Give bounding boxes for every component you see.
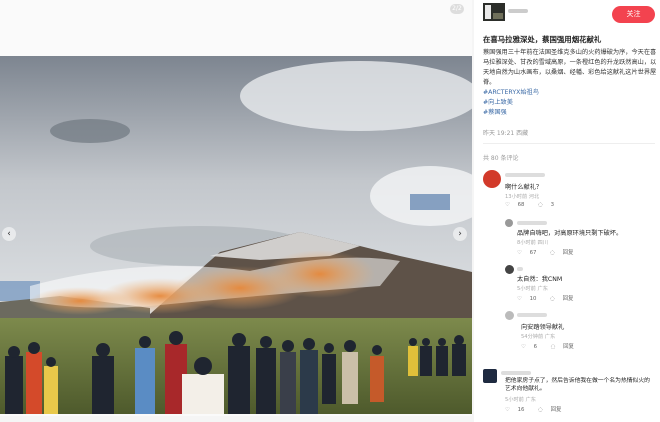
- comment-text: 品牌自嗨吧，对高原环境只剩下破坏。: [517, 230, 623, 237]
- cloud: [50, 119, 130, 143]
- post-photo[interactable]: [0, 56, 472, 414]
- comment-text: 啊什么献礼？: [505, 184, 543, 191]
- post-viewer: 2/2 ‹ › 关注 在喜马拉雅深处，蔡国强用烟花献礼 蔡国强用三十年前在法国圣…: [0, 0, 660, 422]
- comment-meta: 5小时前 广东: [517, 286, 548, 292]
- reply-button[interactable]: ◌ 3: [538, 202, 560, 208]
- heart-icon: ♡: [517, 296, 522, 302]
- commenter-avatar[interactable]: [505, 311, 514, 320]
- comment-actions: ♡ 16 ◌ 回复: [505, 405, 573, 413]
- comment-item: 太自然：我CNM 5小时前 广东 ♡ 10 ◌ 回复: [505, 265, 657, 307]
- reply-button[interactable]: ◌ 回复: [550, 296, 579, 302]
- next-image-button[interactable]: ›: [453, 227, 467, 241]
- post-timestamp: 昨天 19:21 西藏: [483, 130, 529, 137]
- smoke: [265, 250, 375, 298]
- comment-text: 太自然：我CNM: [517, 276, 563, 283]
- commenter-avatar[interactable]: [505, 219, 513, 227]
- hashtag-link[interactable]: #向上致美: [483, 98, 657, 108]
- like-button[interactable]: ♡ 16: [505, 407, 530, 413]
- like-button[interactable]: ♡ 6: [521, 344, 543, 350]
- author-avatar[interactable]: [483, 3, 505, 21]
- divider: [483, 143, 655, 144]
- heart-icon: ♡: [517, 250, 522, 256]
- comment-bubble-icon: ◌: [538, 202, 543, 208]
- commenter-name-redacted[interactable]: [517, 267, 523, 271]
- comment-actions: ♡ 10 ◌ 回复: [517, 294, 585, 302]
- hashtag-link[interactable]: #蔡国强: [483, 108, 657, 118]
- commenter-name-redacted[interactable]: [517, 313, 547, 317]
- commenter-name-redacted[interactable]: [501, 371, 531, 375]
- comment-bubble-icon: ◌: [550, 344, 556, 350]
- post-body-text: 蔡国强用三十年前在法国圣维克多山的火药爆破为序，今天在喜马拉雅深处、甘孜的雪域高…: [483, 49, 657, 86]
- hashtag-link[interactable]: #ARCTERYX始祖鸟: [483, 88, 657, 98]
- reply-button[interactable]: ◌ 回复: [538, 407, 567, 413]
- comment-meta: 54分钟前 广东: [521, 334, 556, 340]
- follow-button[interactable]: 关注: [612, 6, 655, 23]
- fireworks-photo: [0, 56, 472, 414]
- heart-icon: ♡: [505, 202, 510, 208]
- comment-meta: 8小时前 四川: [517, 240, 548, 246]
- comment-item: 品牌自嗨吧，对高原环境只剩下破坏。 8小时前 四川 ♡ 67 ◌ 回复: [505, 219, 657, 261]
- post-sidebar: 关注 在喜马拉雅深处，蔡国强用烟花献礼 蔡国强用三十年前在法国圣维克多山的火药爆…: [474, 0, 660, 422]
- commenter-avatar[interactable]: [505, 265, 514, 274]
- comment-item: 把他家房子点了，然后告诉他我在做一个名为热情似火的艺术向他献礼。 5小时前 广东…: [483, 369, 657, 419]
- commenter-name-redacted[interactable]: [505, 173, 545, 177]
- post-body: 蔡国强用三十年前在法国圣维克多山的火药爆破为序，今天在喜马拉雅深处、甘孜的雪域高…: [483, 48, 657, 118]
- image-counter: 2/2: [450, 4, 464, 14]
- comment-meta: 13小时前 河北: [505, 194, 540, 200]
- comment-actions: ♡ 6 ◌ 回复: [521, 342, 586, 350]
- commenter-name-redacted[interactable]: [517, 221, 547, 225]
- comment-actions: ♡ 68 ◌ 3: [505, 202, 566, 208]
- like-button[interactable]: ♡ 68: [505, 202, 530, 208]
- comment-bubble-icon: ◌: [538, 407, 543, 413]
- commenter-avatar[interactable]: [483, 369, 497, 383]
- comment-meta: 5小时前 广东: [505, 397, 536, 403]
- comment-text: 把他家房子点了，然后告诉他我在做一个名为热情似火的艺术向他献礼。: [505, 378, 650, 392]
- heart-icon: ♡: [521, 344, 526, 350]
- comment-count: 共 80 条评论: [483, 155, 519, 162]
- comment-item: 啊什么献礼？ 13小时前 河北 ♡ 68 ◌ 3: [483, 170, 657, 214]
- reply-button[interactable]: ◌ 回复: [551, 344, 580, 350]
- prev-image-button[interactable]: ‹: [2, 227, 16, 241]
- comment-actions: ♡ 67 ◌ 回复: [517, 248, 585, 256]
- author-name-redacted[interactable]: [508, 9, 528, 13]
- comment-text: 向安踏领导献礼: [521, 324, 565, 331]
- commenter-avatar[interactable]: [483, 170, 501, 188]
- sky-patch: [410, 194, 450, 210]
- post-title: 在喜马拉雅深处，蔡国强用烟花献礼: [483, 35, 602, 44]
- reply-button[interactable]: ◌ 回复: [550, 250, 579, 256]
- comment-bubble-icon: ◌: [550, 296, 555, 302]
- like-button[interactable]: ♡ 67: [517, 250, 542, 256]
- heart-icon: ♡: [505, 407, 510, 413]
- comment-bubble-icon: ◌: [550, 250, 555, 256]
- media-panel: 2/2 ‹ ›: [0, 0, 472, 416]
- comment-item: 向安踏领导献礼 54分钟前 广东 ♡ 6 ◌ 回复: [505, 311, 657, 353]
- like-button[interactable]: ♡ 10: [517, 296, 542, 302]
- cloud: [240, 61, 472, 131]
